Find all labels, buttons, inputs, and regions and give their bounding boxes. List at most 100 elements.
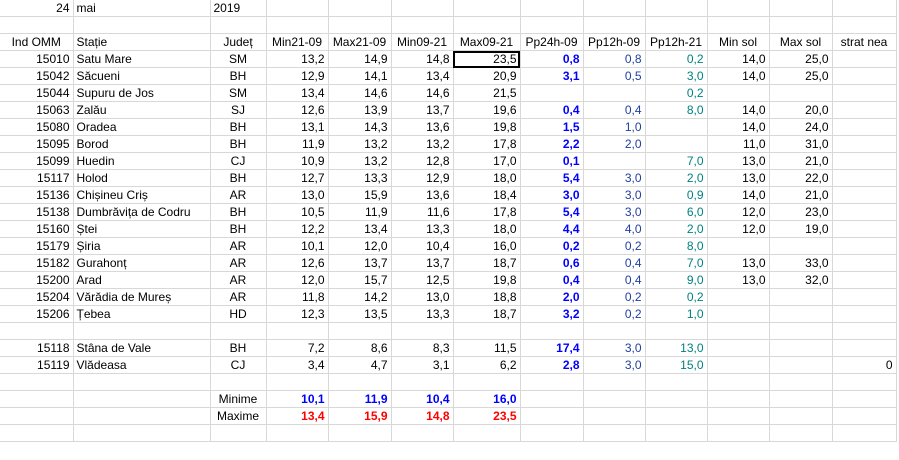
data-cell[interactable]: 9,0: [645, 271, 708, 289]
data-cell[interactable]: 25,0: [769, 50, 833, 68]
empty-cell[interactable]: [391, 0, 454, 17]
summary-value[interactable]: 15,9: [328, 407, 392, 425]
empty-cell[interactable]: [707, 16, 770, 34]
data-cell[interactable]: 3,1: [391, 356, 454, 374]
data-cell[interactable]: 14,3: [328, 118, 392, 136]
data-cell[interactable]: 8,0: [645, 237, 708, 255]
empty-cell[interactable]: [769, 0, 833, 17]
empty-cell[interactable]: [707, 407, 770, 425]
empty-cell[interactable]: [266, 16, 329, 34]
data-cell[interactable]: 13,4: [391, 67, 454, 85]
data-cell[interactable]: 33,0: [769, 254, 833, 272]
empty-cell[interactable]: [832, 16, 897, 34]
data-cell[interactable]: 19,8: [453, 118, 521, 136]
empty-cell[interactable]: [832, 390, 897, 408]
data-cell[interactable]: [707, 356, 770, 374]
empty-cell[interactable]: [520, 373, 584, 391]
data-cell[interactable]: 13,0: [707, 271, 770, 289]
data-cell[interactable]: 13,2: [328, 135, 392, 153]
empty-cell[interactable]: [832, 322, 897, 340]
column-header[interactable]: Max sol: [769, 33, 833, 51]
data-cell[interactable]: [832, 118, 897, 136]
data-cell[interactable]: [832, 67, 897, 85]
empty-cell[interactable]: [453, 16, 521, 34]
empty-cell[interactable]: [583, 424, 646, 442]
data-cell[interactable]: Țebea: [73, 305, 211, 323]
data-cell[interactable]: 11,0: [707, 135, 770, 153]
data-cell[interactable]: 15099: [0, 152, 74, 170]
empty-cell[interactable]: [453, 322, 521, 340]
data-cell[interactable]: 14,2: [328, 288, 392, 306]
data-cell[interactable]: BH: [210, 220, 267, 238]
data-cell[interactable]: BH: [210, 169, 267, 187]
data-cell[interactable]: 12,5: [391, 271, 454, 289]
data-cell[interactable]: 15095: [0, 135, 74, 153]
data-cell[interactable]: 20,9: [453, 67, 521, 85]
data-cell[interactable]: 12,0: [266, 271, 329, 289]
data-cell[interactable]: 24,0: [769, 118, 833, 136]
empty-cell[interactable]: [520, 407, 584, 425]
column-header[interactable]: Max21-09: [328, 33, 392, 51]
empty-cell[interactable]: [645, 407, 708, 425]
data-cell[interactable]: 3,0: [583, 356, 646, 374]
data-cell[interactable]: Arad: [73, 271, 211, 289]
data-cell[interactable]: [832, 169, 897, 187]
data-cell[interactable]: [832, 339, 897, 357]
data-cell[interactable]: 17,0: [453, 152, 521, 170]
data-cell[interactable]: 14,6: [391, 84, 454, 102]
column-header[interactable]: Pp24h-09: [520, 33, 584, 51]
empty-cell[interactable]: [210, 373, 267, 391]
data-cell[interactable]: Oradea: [73, 118, 211, 136]
data-cell[interactable]: [583, 84, 646, 102]
data-cell[interactable]: [832, 305, 897, 323]
data-cell[interactable]: 13,1: [266, 118, 329, 136]
data-cell[interactable]: 8,3: [391, 339, 454, 357]
column-header[interactable]: Pp12h-21: [645, 33, 708, 51]
data-cell[interactable]: 0,2: [583, 305, 646, 323]
empty-cell[interactable]: [832, 373, 897, 391]
empty-cell[interactable]: [707, 0, 770, 17]
empty-cell[interactable]: [645, 390, 708, 408]
empty-cell[interactable]: [707, 322, 770, 340]
date-month-cell[interactable]: mai: [73, 0, 211, 17]
column-header[interactable]: Min sol: [707, 33, 770, 51]
empty-cell[interactable]: [266, 373, 329, 391]
data-cell[interactable]: [707, 288, 770, 306]
data-cell[interactable]: SJ: [210, 101, 267, 119]
data-cell[interactable]: 14,0: [707, 186, 770, 204]
data-cell[interactable]: 10,1: [266, 237, 329, 255]
data-cell[interactable]: 13,7: [328, 254, 392, 272]
data-cell[interactable]: 19,8: [453, 271, 521, 289]
data-cell[interactable]: [832, 50, 897, 68]
data-cell[interactable]: 25,0: [769, 67, 833, 85]
data-cell[interactable]: 15206: [0, 305, 74, 323]
data-cell[interactable]: 5,4: [520, 203, 584, 221]
data-cell[interactable]: 8,6: [328, 339, 392, 357]
data-cell[interactable]: 13,0: [707, 254, 770, 272]
data-cell[interactable]: 2,0: [520, 288, 584, 306]
empty-cell[interactable]: [707, 390, 770, 408]
data-cell[interactable]: 13,3: [391, 305, 454, 323]
data-cell[interactable]: 6,0: [645, 203, 708, 221]
data-cell[interactable]: Zalău: [73, 101, 211, 119]
data-cell[interactable]: 15119: [0, 356, 74, 374]
data-cell[interactable]: [832, 203, 897, 221]
data-cell[interactable]: 13,0: [707, 152, 770, 170]
empty-cell[interactable]: [520, 424, 584, 442]
data-cell[interactable]: 2,0: [645, 220, 708, 238]
data-cell[interactable]: [769, 237, 833, 255]
data-cell[interactable]: 12,9: [391, 169, 454, 187]
data-cell[interactable]: 31,0: [769, 135, 833, 153]
data-cell[interactable]: 15,0: [645, 356, 708, 374]
data-cell[interactable]: 15136: [0, 186, 74, 204]
data-cell[interactable]: 13,7: [391, 101, 454, 119]
data-cell[interactable]: Chișineu Criș: [73, 186, 211, 204]
empty-cell[interactable]: [520, 390, 584, 408]
empty-cell[interactable]: [210, 322, 267, 340]
data-cell[interactable]: 3,1: [520, 67, 584, 85]
empty-cell[interactable]: [769, 390, 833, 408]
data-cell[interactable]: 11,9: [328, 203, 392, 221]
data-cell[interactable]: Holod: [73, 169, 211, 187]
data-cell[interactable]: 15117: [0, 169, 74, 187]
data-cell[interactable]: 22,0: [769, 169, 833, 187]
